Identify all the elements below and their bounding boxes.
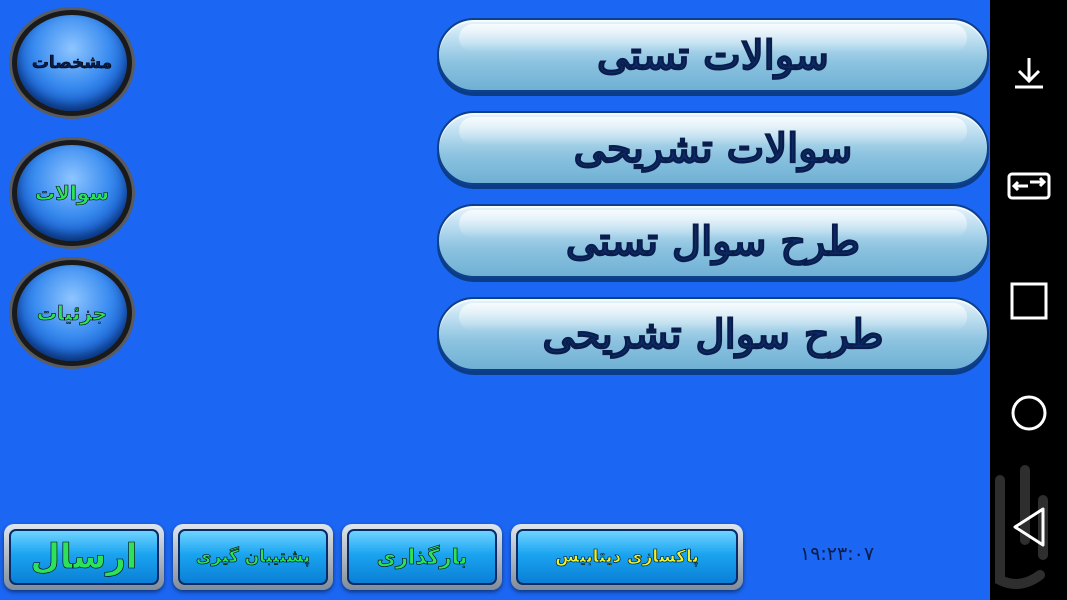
upload-label: بارگذاری xyxy=(376,545,468,570)
swap-icon[interactable] xyxy=(990,168,1067,204)
multiple-choice-questions-label: سوالات تستی xyxy=(597,31,829,79)
recents-icon[interactable] xyxy=(990,281,1067,321)
backup-button-face: پشتیبان گیری xyxy=(178,529,328,585)
send-button[interactable]: ارسال xyxy=(4,524,164,590)
design-multiple-choice-button[interactable]: طرح سوال تستی xyxy=(437,204,989,278)
specifications-label: مشخصات xyxy=(31,53,113,74)
design-descriptive-button[interactable]: طرح سوال تشریحی xyxy=(437,297,989,371)
backup-label: پشتیبان گیری xyxy=(195,547,311,568)
backup-button[interactable]: پشتیبان گیری xyxy=(173,524,333,590)
upload-button-face: بارگذاری xyxy=(347,529,497,585)
send-button-face: ارسال xyxy=(9,529,159,585)
questions-label: سوالات xyxy=(34,181,110,206)
clock-text: ۱۹:۲۳:۰۷ xyxy=(800,543,875,565)
questions-button[interactable]: سوالات xyxy=(12,140,132,246)
descriptive-questions-label: سوالات تشریحی xyxy=(573,124,853,172)
descriptive-questions-button[interactable]: سوالات تشریحی xyxy=(437,111,989,185)
home-icon[interactable] xyxy=(990,393,1067,433)
send-label: ارسال xyxy=(30,537,138,578)
clear-database-button[interactable]: پاکسازی دیتابیس xyxy=(511,524,743,590)
details-label: جزئیات xyxy=(36,301,108,326)
design-descriptive-label: طرح سوال تشریحی xyxy=(542,310,884,358)
multiple-choice-questions-button[interactable]: سوالات تستی xyxy=(437,18,989,92)
app-screen: سوالات تستی سوالات تشریحی طرح سوال تستی … xyxy=(0,0,990,600)
store-watermark-icon xyxy=(995,465,1048,589)
design-multiple-choice-label: طرح سوال تستی xyxy=(565,217,861,265)
clear-database-button-face: پاکسازی دیتابیس xyxy=(516,529,738,585)
download-icon[interactable] xyxy=(990,52,1067,92)
specifications-button[interactable]: مشخصات xyxy=(12,10,132,116)
upload-button[interactable]: بارگذاری xyxy=(342,524,502,590)
details-button[interactable]: جزئیات xyxy=(12,260,132,366)
clear-database-label: پاکسازی دیتابیس xyxy=(555,547,699,568)
